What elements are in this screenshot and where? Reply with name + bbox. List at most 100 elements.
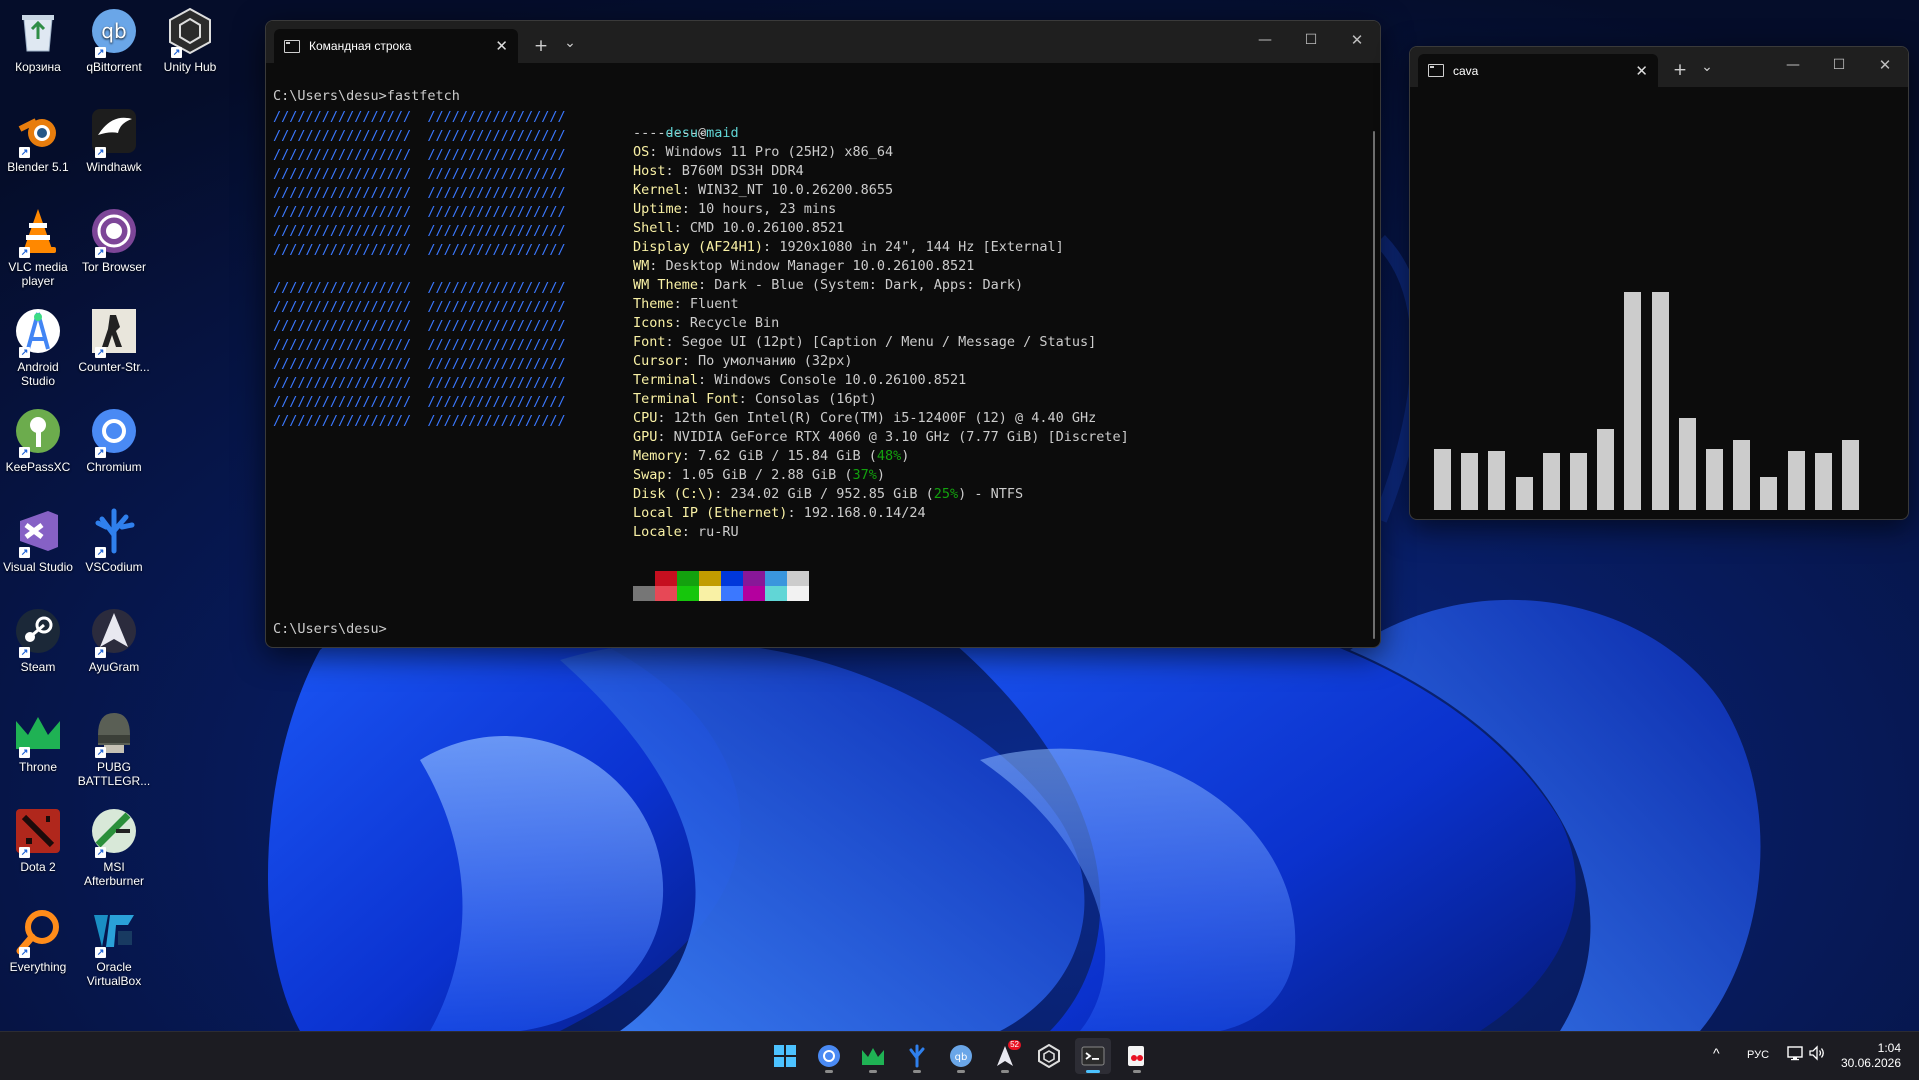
taskbar-throne-button[interactable]: [855, 1038, 891, 1074]
desktop-icon-qbittorrent[interactable]: qb ↗ qBittorrent: [75, 4, 153, 74]
desktop-icon-label: Корзина: [15, 60, 61, 74]
minimize-button[interactable]: —: [1242, 21, 1288, 63]
info-line: Local IP (Ethernet): 192.168.0.14/24: [633, 505, 926, 522]
desktop-icon-ayugram[interactable]: ↗ AyuGram: [75, 604, 153, 674]
vscodium-icon: [905, 1044, 929, 1068]
info-colon: :: [673, 315, 690, 331]
desktop-icon-blender[interactable]: ↗ Blender 5.1: [0, 104, 77, 174]
info-key: Terminal Font: [633, 391, 739, 407]
shortcut-arrow-icon: ↗: [95, 547, 106, 558]
info-value: 192.168.0.14/24: [803, 505, 926, 521]
desktop-icon-visual-studio[interactable]: ↗ Visual Studio: [0, 504, 77, 574]
shortcut-arrow-icon: ↗: [95, 247, 106, 258]
start-icon: [773, 1044, 797, 1068]
chromium-icon: ↗: [87, 404, 141, 458]
desktop-icon-pubg[interactable]: ↗ PUBG BATTLEGR...: [75, 704, 153, 788]
desktop-icon-vlc[interactable]: ↗ VLC media player: [0, 204, 77, 288]
clock[interactable]: 1:04 30.06.2026: [1835, 1041, 1915, 1071]
close-tab-icon[interactable]: ✕: [1635, 62, 1648, 80]
close-tab-icon[interactable]: ✕: [495, 37, 508, 55]
desktop-icon-counter-strike[interactable]: ↗ Counter-Str...: [75, 304, 153, 374]
volume-icon[interactable]: [1808, 1044, 1826, 1065]
tab-cava[interactable]: cava ✕: [1418, 54, 1658, 87]
desktop-icon-label: qBittorrent: [86, 60, 142, 74]
close-button[interactable]: ✕: [1334, 21, 1380, 63]
counter-strike-icon: ↗: [87, 304, 141, 358]
taskbar-start-button[interactable]: [767, 1038, 803, 1074]
desktop-icon-everything[interactable]: ↗ Everything: [0, 904, 77, 974]
input-language[interactable]: РУС: [1747, 1049, 1769, 1061]
taskbar-chromium-button[interactable]: [811, 1038, 847, 1074]
info-value: NVIDIA GeForce RTX 4060 @ 3.10 GHz (7.77…: [673, 429, 1129, 445]
terminal-icon: [1081, 1044, 1105, 1068]
desktop-icon-label: MSI Afterburner: [83, 860, 145, 888]
info-key: Font: [633, 334, 666, 350]
tab-title: cava: [1453, 63, 1479, 78]
desktop-icon-steam[interactable]: ↗ Steam: [0, 604, 77, 674]
maximize-button[interactable]: ☐: [1288, 21, 1334, 63]
desktop-icon-msi-afterburner[interactable]: ↗ MSI Afterburner: [75, 804, 153, 888]
desktop-icon-throne[interactable]: ↗ Throne: [0, 704, 77, 774]
terminal-window[interactable]: Командная строка ✕ + ⌄ — ☐ ✕ C:\Users\de…: [265, 20, 1381, 648]
maximize-button[interactable]: ☐: [1816, 47, 1862, 87]
info-percent: 37%: [852, 467, 877, 483]
desktop-icon-keepassxc[interactable]: ↗ KeePassXC: [0, 404, 77, 474]
terminal-titlebar[interactable]: Командная строка ✕ + ⌄ — ☐ ✕: [266, 21, 1380, 63]
new-tab-button[interactable]: +: [524, 29, 558, 63]
tab-dropdown-button[interactable]: ⌄: [1696, 54, 1718, 87]
vlc-icon: ↗: [11, 204, 65, 258]
desktop-icon-label: Visual Studio: [3, 560, 73, 574]
taskbar-unity-hub-button[interactable]: [1031, 1038, 1067, 1074]
unity-hub-icon: ↗: [163, 4, 217, 58]
terminal-prompt[interactable]: C:\Users\desu>: [273, 621, 387, 638]
cava-titlebar[interactable]: cava ✕ + ⌄ — ☐ ✕: [1410, 47, 1908, 87]
info-line: Font: Segoe UI (12pt) [Caption / Menu / …: [633, 334, 1096, 351]
tray-overflow-button[interactable]: ^: [1713, 1045, 1720, 1061]
info-key: Memory: [633, 448, 682, 464]
desktop-icon-recycle-bin[interactable]: Корзина: [0, 4, 77, 74]
terminal-scrollbar[interactable]: [1373, 131, 1375, 639]
info-key: Kernel: [633, 182, 682, 198]
info-value: Dark - Blue (System: Dark, Apps: Dark): [714, 277, 1024, 293]
color-swatch: [655, 586, 677, 601]
desktop-icon-tor-browser[interactable]: ↗ Tor Browser: [75, 204, 153, 274]
desktop-icon-android-studio[interactable]: ↗ Android Studio: [0, 304, 77, 388]
taskbar-vscodium-button[interactable]: [899, 1038, 935, 1074]
desktop-icon-virtualbox[interactable]: ↗ Oracle VirtualBox: [75, 904, 153, 988]
running-indicator: [825, 1070, 833, 1073]
desktop-icon-unity-hub[interactable]: ↗ Unity Hub: [151, 4, 229, 74]
desktop-icon-vscodium[interactable]: ↗ VSCodium: [75, 504, 153, 574]
taskbar-terminal-button[interactable]: [1075, 1038, 1111, 1074]
running-indicator: [957, 1070, 965, 1073]
info-colon: :: [665, 467, 682, 483]
info-colon: :: [649, 258, 666, 274]
color-swatch: [743, 571, 765, 586]
info-colon: :: [665, 163, 682, 179]
taskbar-ayugram-button[interactable]: 52: [987, 1038, 1023, 1074]
taskbar-qbittorrent-button[interactable]: qb: [943, 1038, 979, 1074]
desktop-icon-chromium[interactable]: ↗ Chromium: [75, 404, 153, 474]
shortcut-arrow-icon: ↗: [95, 47, 106, 58]
desktop-icon-dota2[interactable]: ↗ Dota 2: [0, 804, 77, 874]
info-line: Disk (C:\): 234.02 GiB / 952.85 GiB (25%…: [633, 486, 1023, 503]
desktop-icon-windhawk[interactable]: ↗ Windhawk: [75, 104, 153, 174]
svg-text:qb: qb: [101, 19, 126, 43]
shortcut-arrow-icon: ↗: [19, 347, 30, 358]
info-line: Theme: Fluent: [633, 296, 739, 313]
info-colon: :: [681, 353, 699, 369]
info-colon: :: [714, 486, 731, 502]
desktop-icon-label: Blender 5.1: [7, 160, 69, 174]
cava-window[interactable]: cava ✕ + ⌄ — ☐ ✕: [1409, 46, 1909, 520]
minimize-button[interactable]: —: [1770, 47, 1816, 87]
info-percent: 48%: [876, 448, 902, 464]
console-icon: [1428, 64, 1444, 77]
pubg-icon: ↗: [87, 704, 141, 758]
new-tab-button[interactable]: +: [1664, 54, 1696, 87]
shortcut-arrow-icon: ↗: [95, 647, 106, 658]
color-swatch: [677, 586, 699, 601]
close-button[interactable]: ✕: [1862, 47, 1908, 87]
network-icon[interactable]: [1787, 1044, 1805, 1065]
tab-dropdown-button[interactable]: ⌄: [558, 29, 582, 63]
tab-command-prompt[interactable]: Командная строка ✕: [274, 29, 518, 63]
taskbar-snipping-tool-button[interactable]: [1119, 1038, 1155, 1074]
